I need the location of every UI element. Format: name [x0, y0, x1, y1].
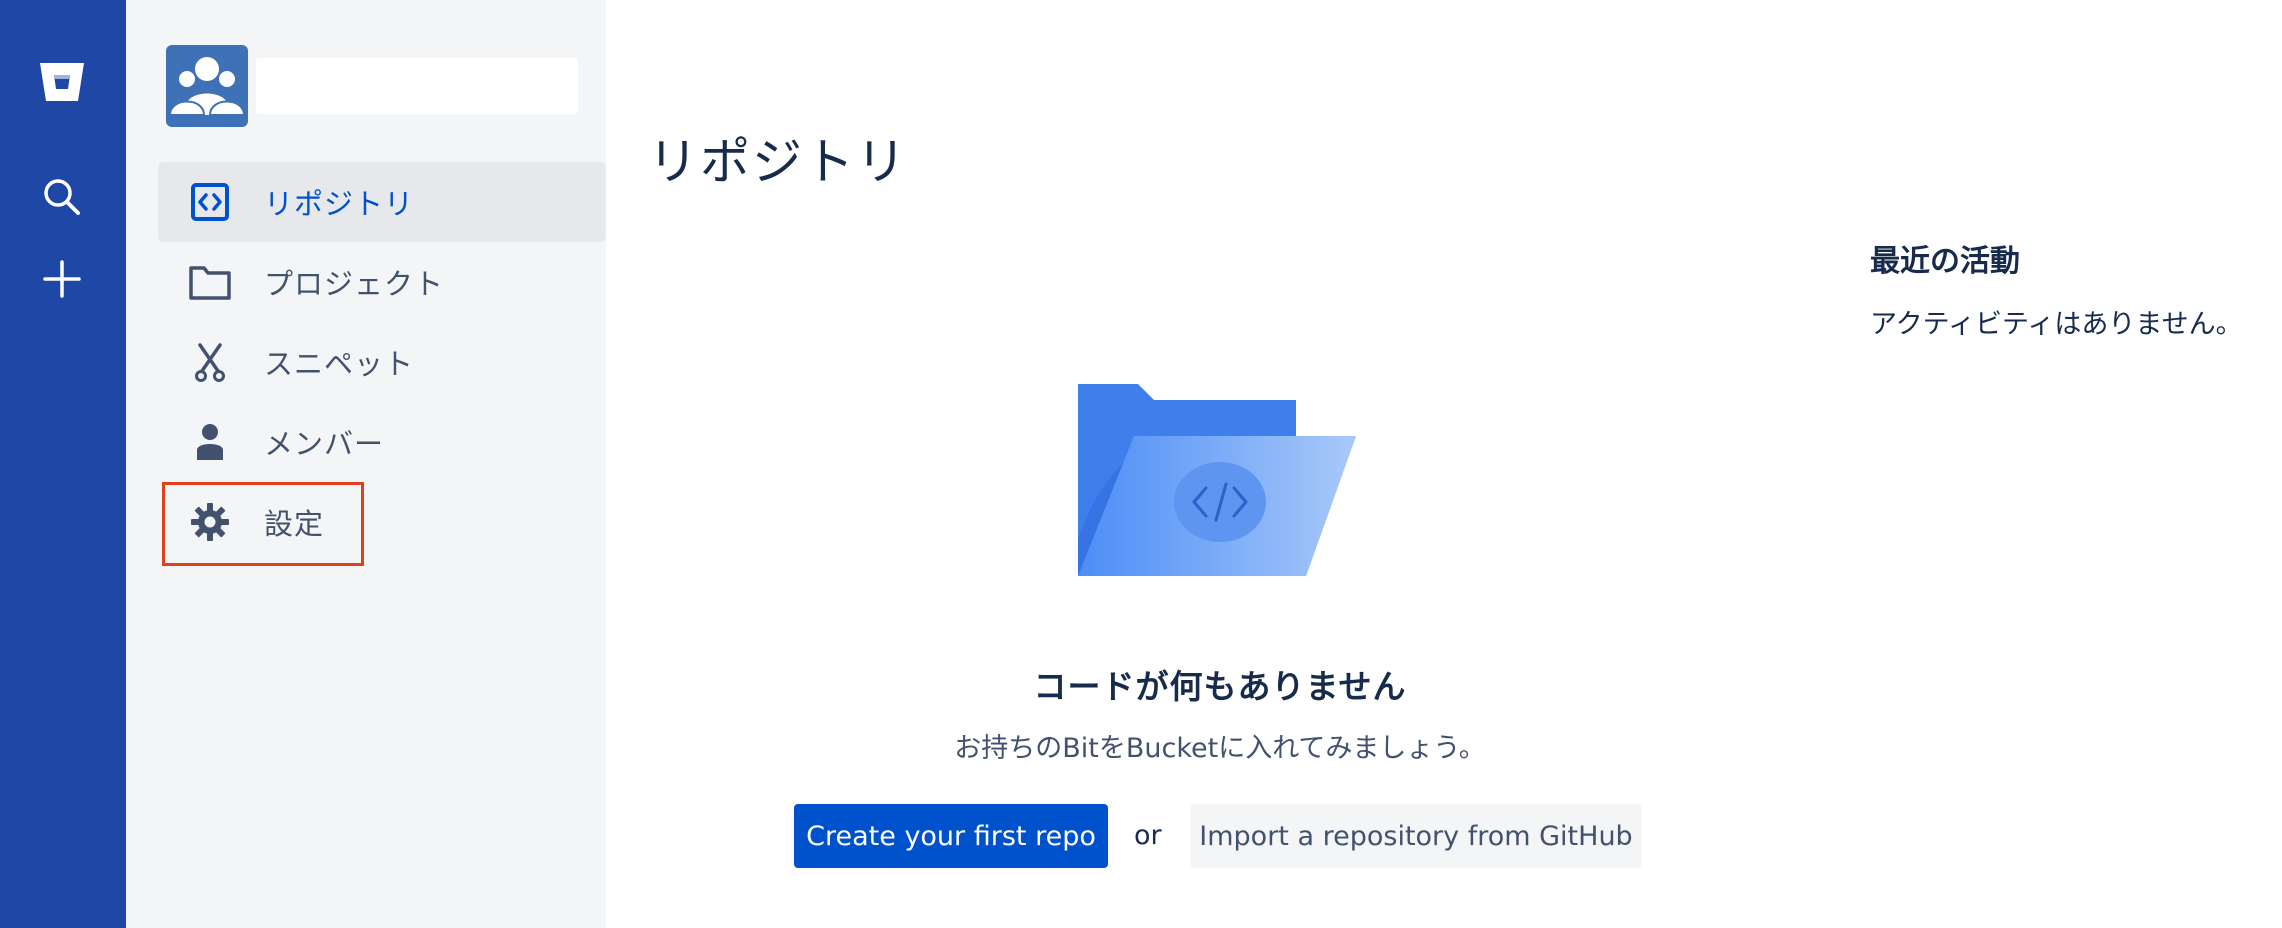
sidebar-item-label: メンバー: [264, 427, 385, 461]
team-icon: [168, 57, 246, 116]
search-icon[interactable]: [35, 170, 89, 224]
container-sidebar: リポジトリ プロジェクト スニペット メンバー 設定: [126, 0, 606, 928]
gear-icon: [186, 498, 234, 546]
workspace-avatar[interactable]: [166, 45, 248, 127]
import-from-github-button[interactable]: Import a repository from GitHub: [1190, 804, 1642, 868]
workspace-name: [256, 58, 578, 114]
global-navigation: [0, 0, 126, 928]
recent-activity-empty-text: アクティビティはありません。: [1870, 309, 2243, 340]
create-first-repo-button[interactable]: Create your first repo: [794, 804, 1108, 868]
sidebar-item-label: リポジトリ: [264, 187, 415, 221]
plus-icon[interactable]: [35, 252, 89, 306]
folder-icon: [186, 258, 234, 306]
empty-state-subtext: お持ちのBitをBucketに入れてみましょう。: [954, 733, 1486, 764]
recent-activity-title: 最近の活動: [1870, 244, 2020, 279]
sidebar-item-settings[interactable]: 設定: [158, 482, 606, 562]
sidebar-item-repositories[interactable]: リポジトリ: [158, 162, 606, 242]
sidebar-item-snippets[interactable]: スニペット: [158, 322, 606, 402]
sidebar-item-label: プロジェクト: [264, 267, 445, 301]
empty-folder-illustration: [1074, 380, 1364, 580]
sidebar-item-members[interactable]: メンバー: [158, 402, 606, 482]
empty-state-heading: コードが何もありません: [1033, 667, 1407, 706]
sidebar-item-projects[interactable]: プロジェクト: [158, 242, 606, 322]
page-title: リポジトリ: [648, 133, 908, 191]
bitbucket-logo-icon[interactable]: [35, 56, 89, 110]
scissors-icon: [186, 338, 234, 386]
person-icon: [186, 418, 234, 466]
repository-icon: [186, 178, 234, 226]
or-separator: or: [1134, 820, 1162, 851]
sidebar-item-label: スニペット: [264, 347, 415, 381]
sidebar-item-label: 設定: [264, 507, 325, 541]
